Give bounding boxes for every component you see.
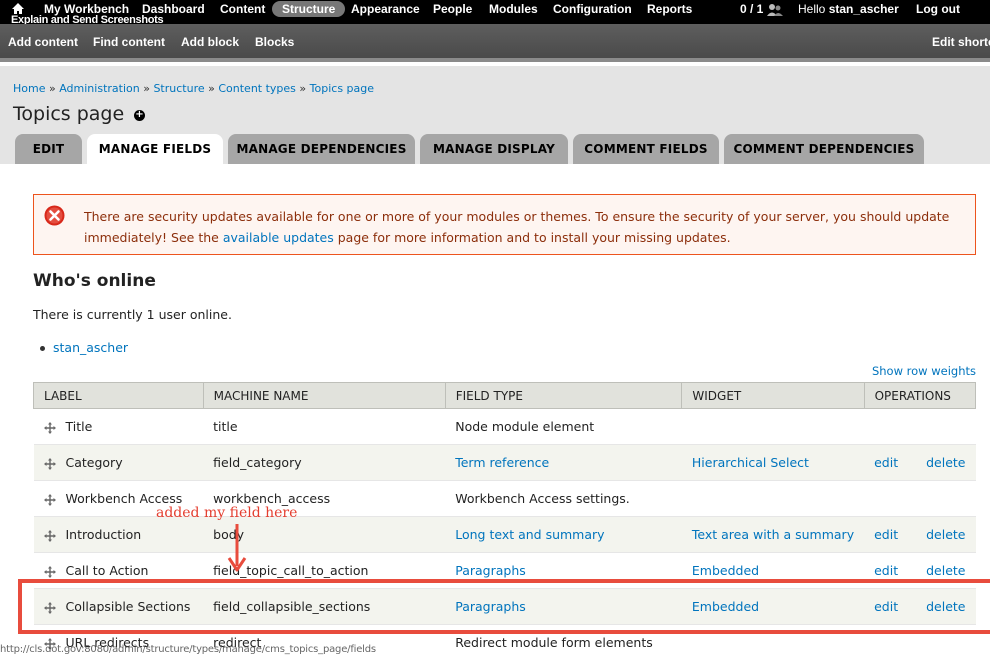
shortcuts-bar: Add content Find content Add block Block… bbox=[0, 24, 990, 62]
cell-widget bbox=[681, 480, 865, 517]
delete-link[interactable]: delete bbox=[926, 455, 965, 470]
table-row[interactable]: Category field_category Term reference Hier… bbox=[33, 444, 976, 481]
page-header: Home » Administration » Structure » Cont… bbox=[0, 66, 990, 164]
field-label: Introduction bbox=[65, 527, 142, 542]
edit-shortcuts-link[interactable]: Edit shortcuts bbox=[932, 35, 990, 49]
cell-widget bbox=[681, 408, 865, 445]
error-message: There are security updates available for… bbox=[33, 194, 976, 255]
drag-handle-icon[interactable] bbox=[43, 565, 56, 578]
cell-operations: edit delete bbox=[864, 444, 976, 481]
breadcrumb-topics-page[interactable]: Topics page bbox=[310, 82, 374, 95]
toolbar-people[interactable]: People bbox=[433, 2, 472, 16]
breadcrumb-structure[interactable]: Structure bbox=[153, 82, 204, 95]
drag-handle-icon[interactable] bbox=[43, 421, 56, 434]
tab-manage-display[interactable]: MANAGE DISPLAY bbox=[420, 134, 568, 164]
annotation-label: added my field here bbox=[156, 505, 298, 521]
user-greeting: Hello stan_ascher bbox=[798, 2, 899, 16]
cell-widget: Text area with a summary bbox=[681, 516, 865, 553]
field-label: Call to Action bbox=[65, 563, 149, 578]
table-header-row: LABEL MACHINE NAME FIELD TYPE WIDGET OPE… bbox=[33, 382, 977, 409]
online-user-link[interactable]: stan_ascher bbox=[53, 340, 128, 355]
toolbar-configuration[interactable]: Configuration bbox=[553, 2, 632, 16]
field-label: Title bbox=[65, 419, 93, 434]
toolbar-content[interactable]: Content bbox=[220, 2, 265, 16]
column-header-widget: WIDGET bbox=[681, 382, 865, 409]
column-header-operations: OPERATIONS bbox=[863, 382, 977, 409]
widget-link[interactable]: Embedded bbox=[692, 563, 759, 578]
cell-field-type: Term reference bbox=[445, 444, 682, 481]
shortcut-blocks[interactable]: Blocks bbox=[255, 35, 294, 49]
shortcut-add-content[interactable]: Add content bbox=[8, 35, 78, 49]
users-icon bbox=[767, 4, 783, 16]
breadcrumb-administration[interactable]: Administration bbox=[59, 82, 140, 95]
tab-edit[interactable]: EDIT bbox=[15, 134, 82, 164]
breadcrumb-home[interactable]: Home bbox=[13, 82, 45, 95]
drag-handle-icon[interactable] bbox=[43, 457, 56, 470]
available-updates-link[interactable]: available updates bbox=[223, 230, 334, 245]
cell-label: Category bbox=[33, 444, 204, 481]
toolbar-structure[interactable]: Structure bbox=[272, 1, 346, 17]
widget-link[interactable]: Hierarchical Select bbox=[692, 455, 809, 470]
admin-toolbar: My Workbench Dashboard Content Structure… bbox=[0, 0, 990, 26]
cell-widget: Hierarchical Select bbox=[681, 444, 865, 481]
cell-machine-name: title bbox=[203, 408, 446, 445]
column-header-label: LABEL bbox=[33, 382, 204, 409]
field-type-link[interactable]: Term reference bbox=[455, 455, 549, 470]
annotation-highlight-box bbox=[18, 579, 990, 634]
cell-operations bbox=[864, 480, 976, 517]
annotation-arrow-icon bbox=[227, 524, 247, 572]
widget-link[interactable]: Text area with a summary bbox=[692, 527, 854, 542]
field-label: Workbench Access bbox=[65, 491, 183, 506]
column-header-field-type: FIELD TYPE bbox=[444, 382, 683, 409]
table-row[interactable]: Title title Node module element bbox=[33, 408, 976, 445]
cell-machine-name: field_category bbox=[203, 444, 446, 481]
drag-handle-icon[interactable] bbox=[43, 529, 56, 542]
cell-operations bbox=[864, 408, 976, 445]
cell-field-type: Node module element bbox=[445, 408, 682, 445]
table-row[interactable]: Introduction body Long text and summary Tex… bbox=[33, 516, 976, 553]
username-link[interactable]: stan_ascher bbox=[829, 2, 899, 16]
whos-online-heading: Who's online bbox=[33, 271, 156, 291]
tab-manage-fields[interactable]: MANAGE FIELDS bbox=[87, 134, 223, 164]
field-type-link[interactable]: Paragraphs bbox=[455, 563, 526, 578]
status-bar-url: http://cls.dot.gov:8080/admin/structure/… bbox=[0, 644, 376, 655]
shortcut-add-block[interactable]: Add block bbox=[181, 35, 239, 49]
toolbar-appearance[interactable]: Appearance bbox=[351, 2, 420, 16]
logout-link[interactable]: Log out bbox=[916, 2, 960, 16]
breadcrumb: Home » Administration » Structure » Cont… bbox=[13, 82, 375, 95]
error-icon bbox=[44, 205, 65, 226]
cell-field-type: Long text and summary bbox=[445, 516, 682, 553]
edit-link[interactable]: edit bbox=[874, 563, 898, 578]
online-user-count: 0 / 1 bbox=[740, 2, 764, 16]
tab-manage-dependencies[interactable]: MANAGE DEPENDENCIES bbox=[228, 134, 415, 164]
show-row-weights-link[interactable]: Show row weights bbox=[872, 364, 976, 378]
tab-comment-fields[interactable]: COMMENT FIELDS bbox=[573, 134, 719, 164]
bullet-icon bbox=[40, 346, 45, 351]
toolbar-reports[interactable]: Reports bbox=[647, 2, 692, 16]
cell-label: Title bbox=[33, 408, 204, 445]
delete-link[interactable]: delete bbox=[926, 527, 965, 542]
field-type-link[interactable]: Long text and summary bbox=[455, 527, 604, 542]
error-message-text: There are security updates available for… bbox=[84, 209, 950, 245]
tab-comment-dependencies[interactable]: COMMENT DEPENDENCIES bbox=[724, 134, 924, 164]
field-label: Category bbox=[65, 455, 123, 470]
online-users-text: There is currently 1 user online. bbox=[33, 307, 232, 322]
toolbar-modules[interactable]: Modules bbox=[489, 2, 538, 16]
field-type-text: Workbench Access settings. bbox=[455, 491, 630, 506]
cell-field-type: Workbench Access settings. bbox=[445, 480, 682, 517]
field-type-text: Redirect module form elements bbox=[455, 635, 653, 650]
edit-link[interactable]: edit bbox=[874, 527, 898, 542]
page-title: Topics page bbox=[13, 103, 125, 125]
online-user-item: stan_ascher bbox=[40, 340, 128, 355]
delete-link[interactable]: delete bbox=[926, 563, 965, 578]
column-header-machine-name: MACHINE NAME bbox=[202, 382, 446, 409]
shortcut-find-content[interactable]: Find content bbox=[93, 35, 165, 49]
cell-label: Introduction bbox=[33, 516, 204, 553]
drag-handle-icon[interactable] bbox=[43, 493, 56, 506]
add-shortcut-icon[interactable]: + bbox=[134, 110, 145, 121]
field-type-text: Node module element bbox=[455, 419, 595, 434]
edit-link[interactable]: edit bbox=[874, 455, 898, 470]
breadcrumb-content-types[interactable]: Content types bbox=[218, 82, 296, 95]
cell-operations: edit delete bbox=[864, 516, 976, 553]
